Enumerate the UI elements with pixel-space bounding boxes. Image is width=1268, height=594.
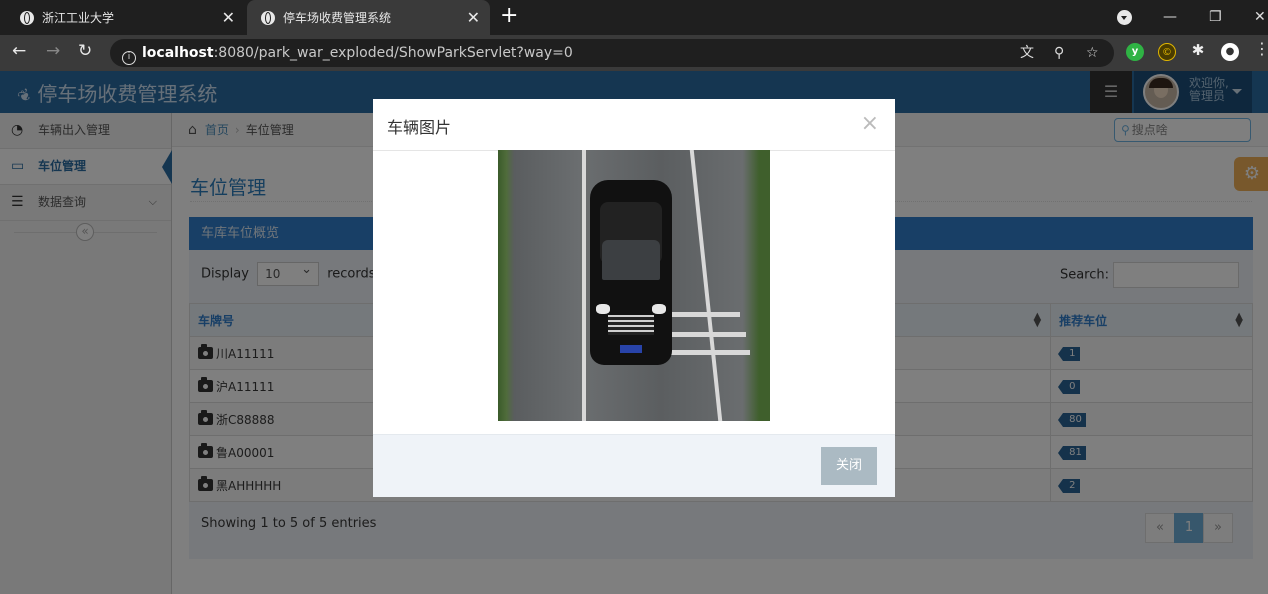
forward-icon[interactable]: → xyxy=(46,41,60,61)
translate-icon[interactable]: 文 xyxy=(1020,39,1034,67)
url-path: :8080/park_war_exploded/ShowParkServlet?… xyxy=(213,45,573,61)
photo-road-marking xyxy=(670,312,740,317)
zoom-icon[interactable]: ⚲ xyxy=(1054,39,1064,67)
tab-title: 停车场收费管理系统 xyxy=(283,11,392,25)
bookmark-star-icon[interactable]: ☆ xyxy=(1086,39,1099,67)
close-tab-icon[interactable]: ✕ xyxy=(222,8,235,27)
extension-y-icon[interactable]: y xyxy=(1126,43,1144,61)
extension-coin-icon[interactable]: © xyxy=(1158,43,1176,61)
car-headlight xyxy=(596,304,610,314)
url-host: localhost xyxy=(142,45,214,61)
photo-car xyxy=(590,180,672,365)
browser-tab-bar: 浙江工业大学 ✕ 停车场收费管理系统 ✕ + — ❐ ✕ xyxy=(0,0,1268,35)
modal-header: 车辆图片 × xyxy=(373,99,895,151)
browser-tab-1[interactable]: 浙江工业大学 ✕ xyxy=(0,0,245,35)
reload-icon[interactable]: ↻ xyxy=(78,41,92,61)
minimize-icon[interactable]: — xyxy=(1163,0,1177,35)
info-icon[interactable]: i xyxy=(122,51,136,65)
profile-icon[interactable]: ● xyxy=(1221,43,1239,61)
car-headlight xyxy=(652,304,666,314)
tab-title: 浙江工业大学 xyxy=(42,11,115,25)
extensions-puzzle-icon[interactable]: ✱ xyxy=(1189,41,1207,59)
browser-tab-2[interactable]: 停车场收费管理系统 ✕ xyxy=(247,0,490,35)
car-grille xyxy=(608,315,654,335)
close-button[interactable]: 关闭 xyxy=(821,447,877,485)
vehicle-photo xyxy=(498,150,770,421)
back-icon[interactable]: ← xyxy=(12,41,26,61)
globe-icon xyxy=(20,10,34,25)
menu-dots-icon[interactable]: ⋮ xyxy=(1254,40,1268,58)
url-field[interactable]: i localhost:8080/park_war_exploded/ShowPa… xyxy=(110,39,1114,67)
photo-road-marking xyxy=(670,332,746,337)
close-window-icon[interactable]: ✕ xyxy=(1254,0,1266,35)
close-tab-icon[interactable]: ✕ xyxy=(467,8,480,27)
modal-footer: 关闭 xyxy=(373,434,895,497)
globe-icon xyxy=(261,10,275,25)
restore-icon[interactable]: ❐ xyxy=(1209,0,1222,35)
modal-title: 车辆图片 xyxy=(387,118,452,137)
download-icon[interactable] xyxy=(1117,10,1132,25)
photo-lane-line xyxy=(582,150,586,421)
photo-road-marking xyxy=(670,350,750,355)
address-bar: ← → ↻ i localhost:8080/park_war_exploded/… xyxy=(0,35,1268,71)
close-icon[interactable]: × xyxy=(861,113,879,135)
car-plate xyxy=(620,345,642,353)
new-tab-icon[interactable]: + xyxy=(500,3,518,28)
car-windshield xyxy=(602,240,660,280)
vehicle-image-modal: 车辆图片 × 关闭 xyxy=(373,99,895,497)
